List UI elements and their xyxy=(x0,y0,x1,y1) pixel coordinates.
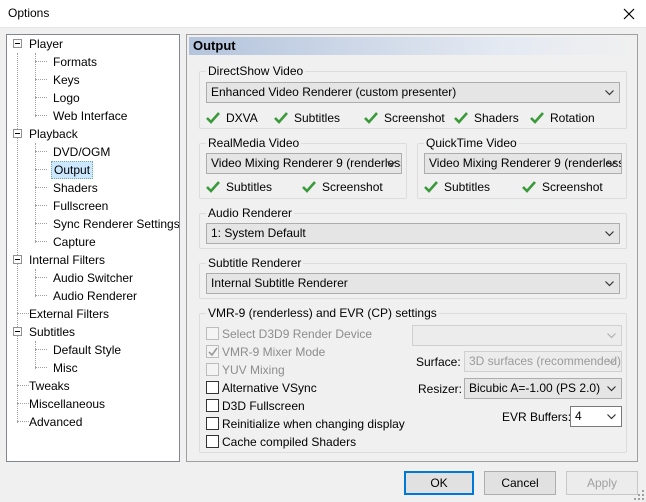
subtitle-renderer-label: Subtitle Renderer xyxy=(206,256,304,270)
vmr-settings-label: VMR-9 (renderless) and EVR (CP) settings xyxy=(206,306,439,320)
chevron-down-icon xyxy=(605,90,614,96)
chevron-down-icon xyxy=(607,161,616,167)
subtitle-renderer-select[interactable]: Internal Subtitle Renderer xyxy=(206,273,620,294)
green-check-icon xyxy=(364,112,378,124)
resizer-select[interactable]: Bicubic A=-1.00 (PS 2.0) xyxy=(464,378,622,399)
collapse-icon[interactable] xyxy=(13,129,22,138)
tree-connector xyxy=(17,53,18,423)
chevron-down-icon xyxy=(607,359,616,365)
vmr-settings-group: VMR-9 (renderless) and EVR (CP) settings… xyxy=(199,306,627,453)
cancel-button[interactable]: Cancel xyxy=(484,471,556,495)
chevron-down-icon xyxy=(607,333,616,339)
directshow-label: DirectShow Video xyxy=(206,64,306,78)
realmedia-group: RealMedia Video Video Mixing Renderer 9 … xyxy=(199,136,407,199)
check-mark-icon xyxy=(208,347,218,357)
surface-select[interactable]: 3D surfaces (recommended) xyxy=(464,351,622,372)
tree-connector xyxy=(35,341,36,369)
evr-buffers-label: EVR Buffers: xyxy=(502,410,572,424)
surface-label: Surface: xyxy=(416,355,461,369)
audio-renderer-label: Audio Renderer xyxy=(206,206,295,220)
ok-button[interactable]: OK xyxy=(404,471,474,495)
green-check-icon xyxy=(424,181,438,193)
resizer-label: Resizer: xyxy=(418,382,463,396)
directshow-group: DirectShow Video Enhanced Video Renderer… xyxy=(199,64,627,129)
green-check-icon xyxy=(302,181,316,193)
chevron-down-icon xyxy=(607,414,616,420)
realmedia-label: RealMedia Video xyxy=(206,136,302,150)
chevron-down-icon xyxy=(605,281,614,287)
window-title: Options xyxy=(8,6,50,20)
close-button[interactable] xyxy=(612,0,646,28)
tree-connector xyxy=(35,143,36,243)
green-check-icon xyxy=(522,181,536,193)
collapse-icon[interactable] xyxy=(13,255,22,264)
apply-button[interactable]: Apply xyxy=(566,471,638,495)
chevron-down-icon xyxy=(387,161,396,167)
chevron-down-icon xyxy=(605,231,614,237)
green-check-icon xyxy=(530,112,544,124)
title-bar: Options xyxy=(0,0,646,28)
green-check-icon xyxy=(274,112,288,124)
green-check-icon xyxy=(206,112,220,124)
quicktime-label: QuickTime Video xyxy=(424,136,519,150)
resize-grip-icon[interactable] xyxy=(634,490,644,500)
green-check-icon xyxy=(206,181,220,193)
options-tree[interactable]: Player Formats Keys Logo Web Interface P… xyxy=(6,34,180,462)
page-title: Output xyxy=(189,37,635,55)
quicktime-group: QuickTime Video Video Mixing Renderer 9 … xyxy=(417,136,627,199)
close-icon xyxy=(623,8,635,20)
tree-connector xyxy=(35,269,36,297)
subtitle-renderer-group: Subtitle Renderer Internal Subtitle Rend… xyxy=(199,256,627,299)
green-check-icon xyxy=(454,112,468,124)
collapse-icon[interactable] xyxy=(13,327,22,336)
tree-connector xyxy=(35,53,36,117)
evr-buffers-select[interactable]: 4 xyxy=(570,406,622,427)
d3d9-device-select[interactable] xyxy=(412,325,622,346)
collapse-icon[interactable] xyxy=(13,39,22,48)
chevron-down-icon xyxy=(607,386,616,392)
realmedia-renderer-select[interactable]: Video Mixing Renderer 9 (renderless xyxy=(206,153,402,174)
directshow-renderer-select[interactable]: Enhanced Video Renderer (custom presente… xyxy=(206,82,620,103)
audio-renderer-group: Audio Renderer 1: System Default xyxy=(199,206,627,249)
audio-renderer-select[interactable]: 1: System Default xyxy=(206,223,620,244)
output-page: Output DirectShow Video Enhanced Video R… xyxy=(186,34,638,462)
quicktime-renderer-select[interactable]: Video Mixing Renderer 9 (renderless xyxy=(424,153,622,174)
